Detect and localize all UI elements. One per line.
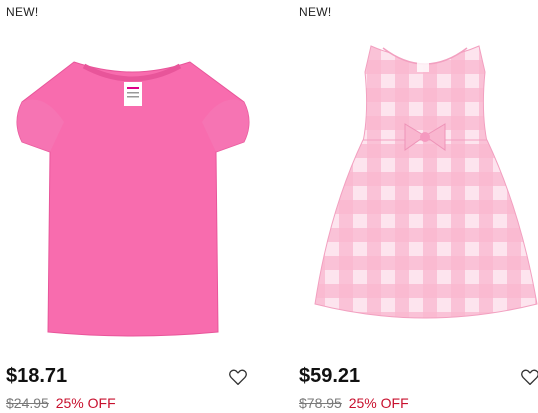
price-details: $78.95 25% OFF [299,395,409,411]
original-price: $24.95 [6,395,49,411]
pink-gingham-dress-icon [314,45,538,319]
heart-outline-icon[interactable] [228,368,248,386]
discount-label: 25% OFF [55,395,116,411]
sale-price: $59.21 [299,365,361,387]
new-badge: NEW! [299,5,332,19]
discount-label: 25% OFF [348,395,409,411]
pink-tshirt-icon [16,61,250,337]
price-details: $24.95 25% OFF [6,395,116,411]
heart-outline-icon[interactable] [520,368,538,386]
product-image[interactable] [311,32,538,344]
product-card[interactable]: NEW! $18.71 $24.95 25% OFF [0,0,280,413]
sale-price: $18.71 [6,365,68,387]
new-badge: NEW! [6,5,39,19]
product-image[interactable] [4,32,262,344]
product-card[interactable]: NEW! $59.21 $78.95 25% OFF [293,0,538,413]
original-price: $78.95 [299,395,342,411]
